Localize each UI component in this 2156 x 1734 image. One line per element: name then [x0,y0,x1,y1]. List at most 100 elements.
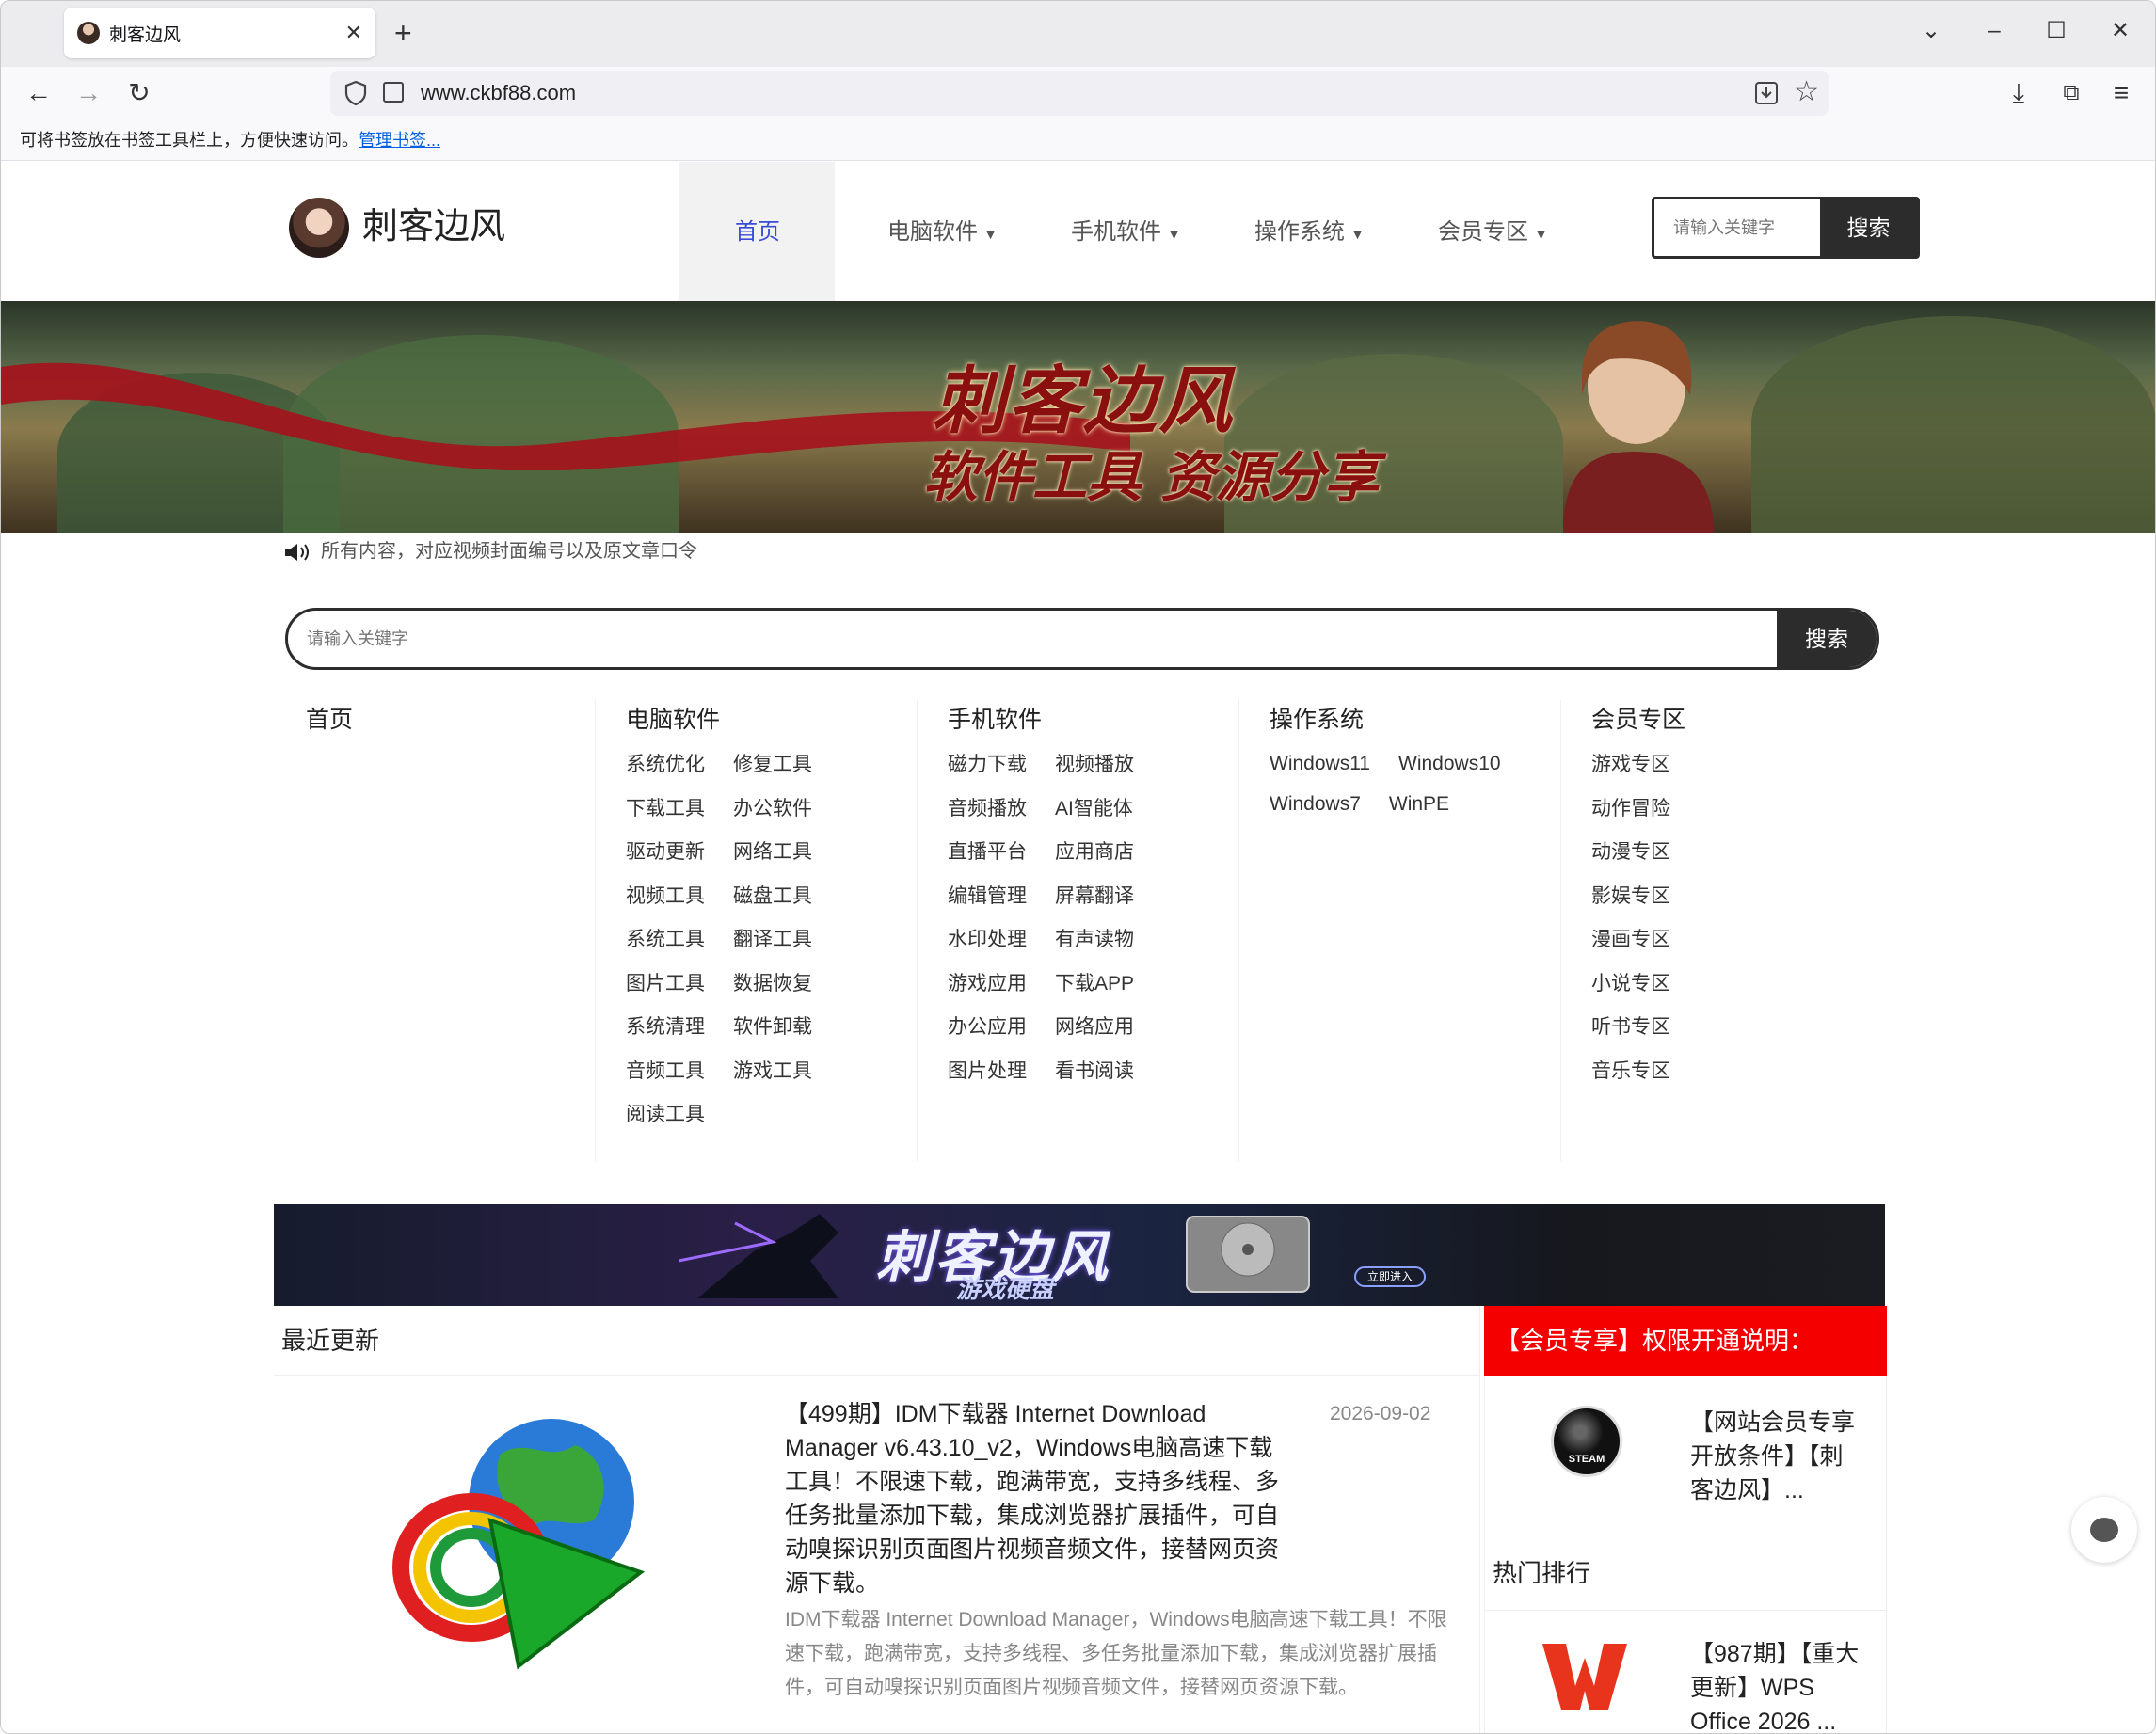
category-link[interactable]: 动漫专区 [1591,831,1798,875]
category-link[interactable]: 系统清理 [626,1006,705,1050]
category-link[interactable]: 直播平台 [948,831,1027,875]
manage-bookmarks-link[interactable]: 管理书签... [359,131,440,150]
category-link[interactable]: 游戏专区 [1591,743,1798,787]
category-link[interactable]: 游戏应用 [948,962,1027,1007]
bookmark-star-icon[interactable]: ☆ [1794,76,1819,108]
category-link[interactable]: 视频播放 [1055,743,1134,787]
category-link[interactable]: 水印处理 [948,918,1027,962]
tab-close-icon[interactable]: ✕ [345,21,362,45]
category-os-title[interactable]: 操作系统 [1270,704,1560,736]
hot-post[interactable]: 【987期】【重大更新】WPS Office 2026 ... [1484,1611,1887,1733]
ad-enter-button[interactable]: 立即进入 [1354,1266,1426,1287]
category-link[interactable]: 小说专区 [1591,962,1798,1007]
idm-logo-icon[interactable] [387,1398,697,1680]
category-link[interactable]: 动作冒险 [1591,787,1798,832]
logo-avatar[interactable] [289,198,349,258]
category-link[interactable]: 影娱专区 [1591,875,1798,919]
category-link[interactable]: 软件卸载 [733,1006,812,1050]
category-link[interactable]: 阅读工具 [626,1093,705,1137]
category-link[interactable]: 下载工具 [626,787,705,832]
category-mobile-title[interactable]: 手机软件 [948,704,1238,736]
tab-list-chevron-icon[interactable]: ⌄ [1912,12,1950,50]
category-link[interactable]: 系统优化 [626,743,705,787]
new-tab-icon[interactable]: + [394,14,412,52]
category-link[interactable]: 音频播放 [948,787,1027,832]
nav-home[interactable]: 首页 [735,218,780,247]
category-link[interactable]: 图片工具 [626,962,705,1007]
tab-active[interactable]: 刺客边风 ✕ [64,8,375,58]
category-link[interactable]: 办公软件 [733,787,812,832]
address-bar[interactable]: www.ckbf88.com ☆ [330,71,1829,116]
bookmark-hint: 可将书签放在书签工具栏上，方便快速访问。 [20,131,359,150]
category-link[interactable]: 视频工具 [626,875,705,919]
header-search-button[interactable]: 搜索 [1820,199,1917,256]
install-app-icon[interactable] [1753,80,1780,106]
vip-post-title[interactable]: 【网站会员专享开放条件】【刺客边风】... [1690,1406,1860,1507]
category-link[interactable]: 看书阅读 [1055,1050,1134,1094]
forward-icon[interactable]: → [70,74,107,112]
downloads-icon[interactable]: ⤓ [2000,74,2037,112]
category-link[interactable]: 屏幕翻译 [1055,875,1134,919]
category-link[interactable]: WinPE [1389,784,1449,824]
sidebar: 【会员专享】权限开通说明： STEAM 【网站会员专享开放条件】【刺客边风】..… [1484,1306,1887,1733]
category-link[interactable]: 听书专区 [1591,1006,1798,1050]
nav-os[interactable]: 操作系统 ▼ [1254,218,1365,248]
hero-banner[interactable]: 刺客边风 软件工具 资源分享 [1,301,2155,533]
vip-post[interactable]: STEAM 【网站会员专享开放条件】【刺客边风】... [1484,1376,1887,1535]
category-link[interactable]: 系统工具 [626,918,705,962]
reload-icon[interactable]: ↻ [120,74,158,112]
back-icon[interactable]: ← [20,74,57,112]
notice-text: 所有内容，对应视频封面编号以及原文章口令 [321,541,697,562]
category-home-link[interactable]: 首页 [306,704,595,736]
category-link[interactable]: 网络应用 [1055,1006,1134,1050]
post-title[interactable]: 【499期】IDM下载器 Internet Download Manager v… [785,1397,1293,1600]
recent-updates: 最近更新 【499期】IDM下载器 Internet Download Mana… [274,1306,1480,1733]
close-window-icon[interactable]: ✕ [2101,12,2139,50]
url-text[interactable]: www.ckbf88.com [421,71,576,116]
minimize-icon[interactable]: – [1975,12,2013,50]
category-link[interactable]: 网络工具 [733,831,812,875]
category-pc-title[interactable]: 电脑软件 [626,704,917,736]
page-info-icon[interactable] [383,82,404,103]
main-search-input[interactable] [288,611,1775,667]
category-link[interactable]: 游戏工具 [733,1050,812,1094]
category-home: 首页 [274,700,596,1161]
nav-mobile-software[interactable]: 手机软件 ▼ [1071,218,1181,248]
category-link[interactable]: 修复工具 [733,743,812,787]
category-vip-title[interactable]: 会员专区 [1591,704,1883,736]
category-link[interactable]: 音乐专区 [1591,1050,1798,1094]
category-link[interactable]: 应用商店 [1055,831,1134,875]
nav-mobile-label: 手机软件 [1071,219,1161,245]
hot-post-title[interactable]: 【987期】【重大更新】WPS Office 2026 ... [1690,1637,1860,1733]
category-link[interactable]: 有声读物 [1055,918,1134,962]
category-link[interactable]: 图片处理 [948,1050,1027,1094]
category-link[interactable]: 数据恢复 [733,962,812,1007]
category-link[interactable]: 办公应用 [948,1006,1027,1050]
category-link[interactable]: Windows7 [1270,784,1361,824]
ad-subtitle: 游戏硬盘 [956,1275,1055,1303]
notice-bar: 所有内容，对应视频封面编号以及原文章口令 [283,538,697,565]
menu-icon[interactable]: ≡ [2102,74,2140,112]
maximize-icon[interactable]: ☐ [2037,12,2075,50]
category-link[interactable]: 音频工具 [626,1050,705,1094]
main-search-button[interactable]: 搜索 [1777,611,1877,667]
header-search-input[interactable] [1654,199,1822,256]
category-link[interactable]: AI智能体 [1055,787,1133,832]
category-link[interactable]: 驱动更新 [626,831,705,875]
category-link[interactable]: 磁力下载 [948,743,1027,787]
category-link[interactable]: Windows10 [1398,743,1501,784]
category-link[interactable]: 磁盘工具 [733,875,812,919]
nav-vip[interactable]: 会员专区 ▼ [1438,218,1548,248]
extensions-icon[interactable]: ⧉ [2052,74,2090,112]
category-link[interactable]: 翻译工具 [733,918,812,962]
category-link[interactable]: 漫画专区 [1591,918,1798,962]
wechat-float-button[interactable] [2071,1497,2137,1563]
category-link[interactable]: 编辑管理 [948,875,1027,919]
banner-subtitle: 软件工具 资源分享 [923,445,1380,509]
game-disk-ad-banner[interactable]: 刺客边风 游戏硬盘 立即进入 [274,1204,1885,1306]
site-logo-text[interactable]: 刺客边风 [362,203,505,250]
category-link[interactable]: Windows11 [1270,743,1370,784]
shield-icon[interactable] [343,80,368,106]
nav-pc-software[interactable]: 电脑软件 ▼ [887,218,998,248]
category-link[interactable]: 下载APP [1055,962,1134,1007]
